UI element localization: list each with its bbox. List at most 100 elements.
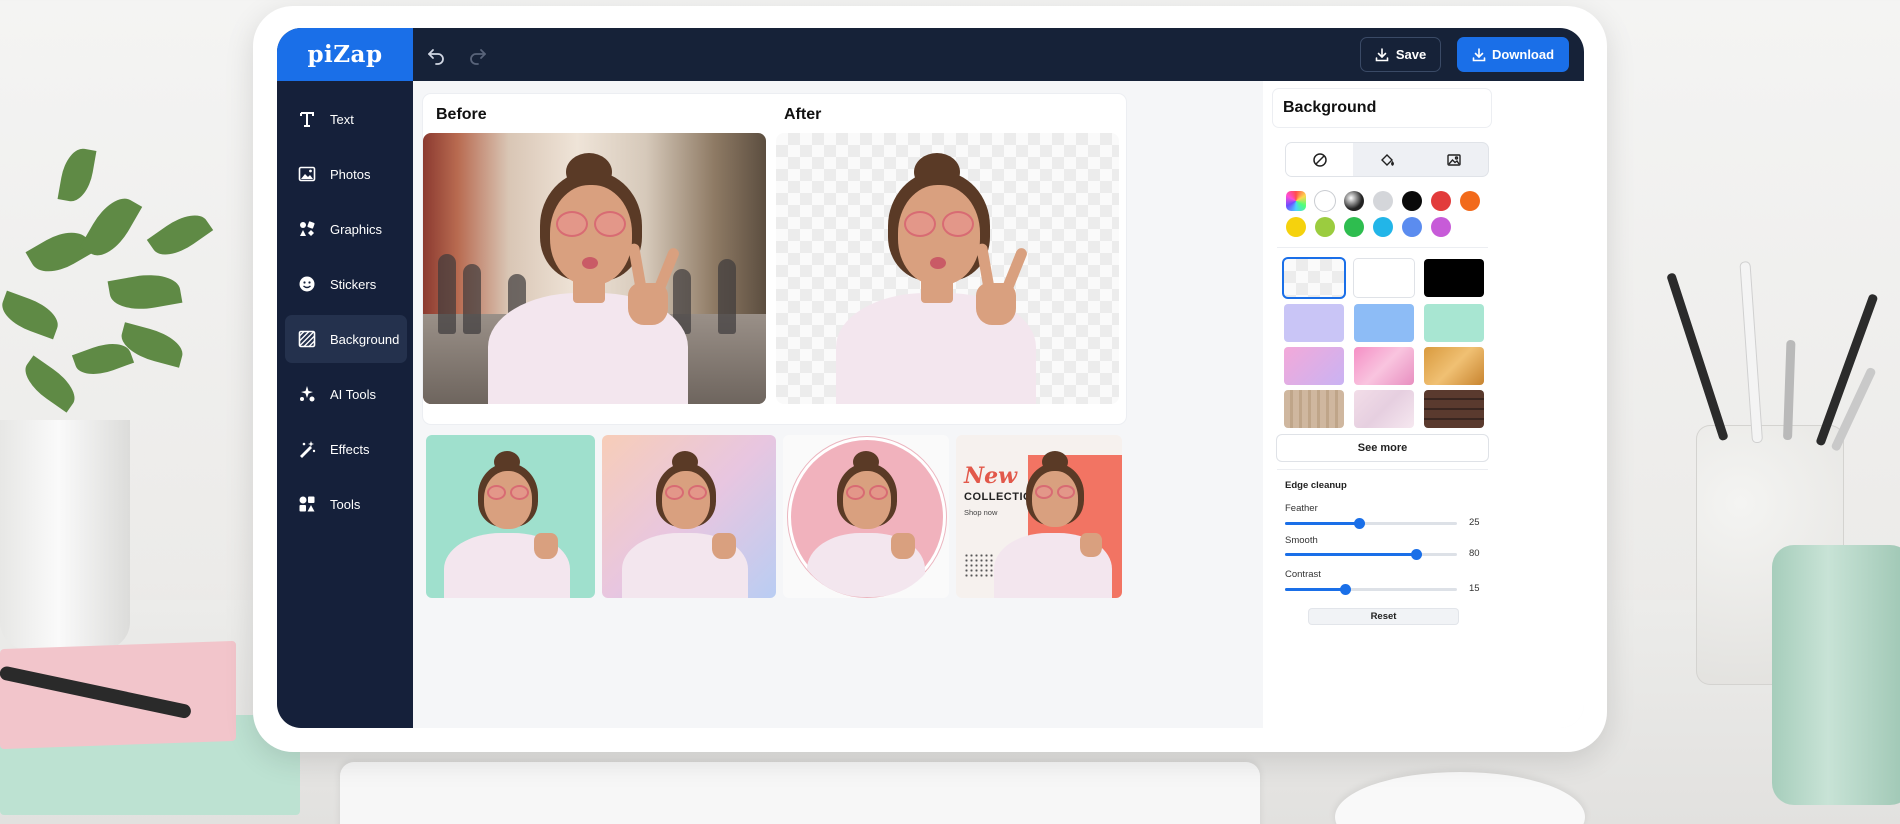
image-icon[interactable] — [1421, 143, 1488, 176]
feather-value: 25 — [1469, 517, 1480, 528]
slider-fill — [1285, 553, 1416, 556]
tile-brick[interactable] — [1424, 390, 1484, 428]
color-swatch[interactable] — [1402, 191, 1422, 211]
background-icon — [298, 330, 316, 348]
color-swatch[interactable] — [1373, 217, 1393, 237]
woman-subject — [793, 445, 943, 597]
contrast-slider[interactable] — [1285, 584, 1457, 595]
tile-pink-watercolor[interactable] — [1354, 347, 1414, 385]
color-swatch[interactable] — [1315, 191, 1335, 211]
sidebar-item-tools[interactable]: Tools — [285, 480, 407, 528]
save-download-icon — [1375, 47, 1389, 61]
woman-subject — [478, 133, 718, 404]
tile-sky-blue[interactable] — [1354, 304, 1414, 342]
tile-white[interactable] — [1354, 259, 1414, 297]
logo-text: piZap — [307, 41, 383, 68]
none-icon[interactable] — [1286, 143, 1354, 176]
tile-gold-texture[interactable] — [1424, 347, 1484, 385]
before-after-preview: Before After — [423, 94, 1126, 424]
edge-cleanup-title: Edge cleanup — [1285, 480, 1347, 491]
save-button[interactable]: Save — [1360, 37, 1441, 72]
color-swatch[interactable] — [1431, 217, 1451, 237]
editor-canvas: Before After New COLLECTION Shop now — [413, 81, 1263, 728]
keyboard — [340, 762, 1260, 824]
mug — [1772, 545, 1900, 805]
sidebar-item-graphics[interactable]: Graphics — [285, 205, 407, 253]
thumbnail-mint[interactable] — [426, 435, 595, 598]
tile-pink-gradient[interactable] — [1284, 347, 1344, 385]
see-more-button[interactable]: See more — [1277, 435, 1488, 461]
sidebar-item-photos[interactable]: Photos — [285, 150, 407, 198]
sidebar-item-label: Graphics — [330, 221, 383, 237]
logo[interactable]: piZap — [277, 28, 413, 81]
color-swatch[interactable] — [1431, 191, 1451, 211]
undo-icon[interactable] — [421, 40, 451, 70]
woman-subject — [436, 445, 586, 598]
thumbnail-promo[interactable]: New COLLECTION Shop now — [956, 435, 1122, 598]
color-swatch[interactable] — [1344, 191, 1364, 211]
fill-icon[interactable] — [1353, 143, 1420, 176]
contrast-value: 15 — [1469, 583, 1480, 594]
smooth-slider[interactable] — [1285, 549, 1457, 560]
photos-icon — [298, 165, 316, 183]
graphics-icon — [298, 220, 316, 238]
sidebar-item-label: Text — [330, 111, 354, 127]
download-icon — [1472, 47, 1486, 61]
contrast-label: Contrast — [1285, 569, 1321, 580]
after-photo[interactable] — [776, 133, 1119, 404]
color-picker-swatch[interactable] — [1286, 191, 1306, 211]
tile-wood[interactable] — [1284, 390, 1344, 428]
before-label: Before — [436, 106, 487, 123]
divider — [1277, 247, 1488, 248]
background-type-tabs — [1286, 143, 1488, 176]
smooth-label: Smooth — [1285, 535, 1318, 546]
feather-slider[interactable] — [1285, 518, 1457, 529]
color-swatch[interactable] — [1315, 217, 1335, 237]
woman-subject — [986, 445, 1122, 598]
download-button[interactable]: Download — [1457, 37, 1569, 72]
reset-button[interactable]: Reset — [1309, 609, 1458, 624]
color-swatch[interactable] — [1286, 217, 1306, 237]
after-label: After — [784, 106, 822, 123]
smooth-value: 80 — [1469, 548, 1480, 559]
pedestrian — [438, 254, 456, 334]
top-bar: piZap Save Download — [277, 28, 1584, 81]
tile-transparent[interactable] — [1284, 259, 1344, 297]
slider-thumb[interactable] — [1353, 518, 1365, 529]
sidebar-item-background[interactable]: Background — [285, 315, 407, 363]
color-swatch[interactable] — [1373, 191, 1393, 211]
sidebar-item-label: Effects — [330, 441, 370, 457]
sidebar-item-ai-tools[interactable]: AI Tools — [285, 370, 407, 418]
thumbnail-circle[interactable] — [783, 435, 949, 598]
slider-thumb[interactable] — [1410, 549, 1422, 560]
stickers-icon — [298, 275, 316, 293]
slider-fill — [1285, 522, 1359, 525]
save-label: Save — [1395, 47, 1427, 62]
sidebar: Text Photos Graphics Stickers Background… — [277, 81, 413, 728]
slider-thumb[interactable] — [1340, 584, 1352, 595]
color-swatch[interactable] — [1344, 217, 1364, 237]
ai-tools-icon — [298, 385, 316, 403]
sidebar-item-label: Background — [330, 331, 400, 347]
sidebar-item-text[interactable]: Text — [285, 95, 407, 143]
color-swatch[interactable] — [1460, 191, 1480, 211]
tile-black[interactable] — [1424, 259, 1484, 297]
tile-lavender[interactable] — [1284, 304, 1344, 342]
download-label: Download — [1491, 47, 1555, 62]
tile-marble[interactable] — [1354, 390, 1414, 428]
sidebar-item-effects[interactable]: Effects — [285, 425, 407, 473]
color-swatch[interactable] — [1402, 217, 1422, 237]
tile-mint[interactable] — [1424, 304, 1484, 342]
feather-label: Feather — [1285, 503, 1318, 514]
panel-title: Background — [1283, 99, 1377, 116]
thumbnail-gradient[interactable] — [602, 435, 776, 598]
sidebar-item-label: Tools — [330, 496, 361, 512]
background-panel: Background See more Edge cleanup Feather… — [1263, 81, 1584, 728]
redo-icon[interactable] — [463, 40, 493, 70]
sidebar-item-stickers[interactable]: Stickers — [285, 260, 407, 308]
woman-subject — [826, 133, 1066, 404]
slider-fill — [1285, 588, 1346, 591]
pedestrian — [718, 259, 736, 334]
sidebar-item-label: Stickers — [330, 276, 377, 292]
before-photo[interactable] — [423, 133, 766, 404]
